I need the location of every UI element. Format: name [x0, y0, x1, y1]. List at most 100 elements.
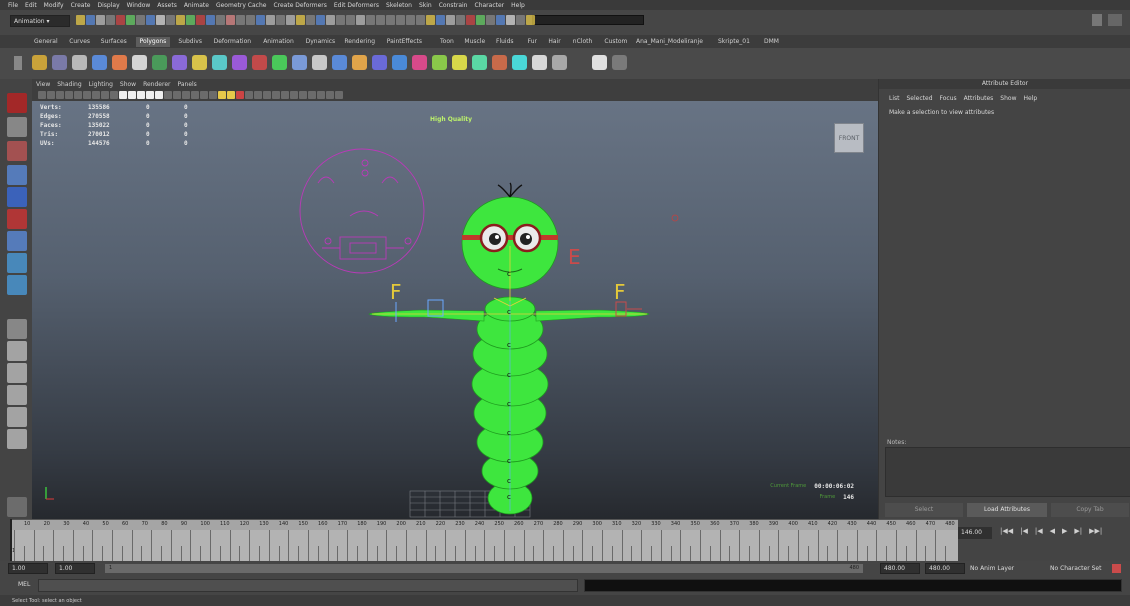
panel-toolbar-icon[interactable] — [317, 91, 325, 99]
panel-toolbar-icon[interactable] — [335, 91, 343, 99]
rotate-tool-icon[interactable] — [7, 187, 27, 207]
shelf-tool-icon[interactable] — [312, 55, 327, 70]
menu-item-file[interactable]: File — [8, 2, 18, 9]
shelf-tool-icon[interactable] — [412, 55, 427, 70]
anim-layer-selector[interactable]: No Anim Layer — [970, 565, 1014, 572]
menu-item-skin[interactable]: Skin — [419, 2, 432, 9]
shelf-tab-skripte-01[interactable]: Skripte_01 — [714, 37, 754, 47]
panel-toolbar-icon[interactable] — [254, 91, 262, 99]
status-line-icon[interactable] — [176, 15, 185, 25]
status-line-icon[interactable] — [346, 15, 355, 25]
ae-menu-list[interactable]: List — [889, 95, 900, 102]
paint-select-icon[interactable] — [7, 141, 27, 161]
panel-toolbar-icon[interactable] — [263, 91, 271, 99]
lasso-tool-icon[interactable] — [7, 117, 27, 137]
shelf-tool-icon[interactable] — [332, 55, 347, 70]
shelf-tool-icon[interactable] — [432, 55, 447, 70]
shelf-tab-dynamics[interactable]: Dynamics — [302, 37, 340, 47]
status-line-icon[interactable] — [426, 15, 435, 25]
status-line-icon[interactable] — [146, 15, 155, 25]
ae-menu-show[interactable]: Show — [1000, 95, 1016, 102]
hypershade-layout-icon[interactable] — [7, 407, 27, 427]
panel-toolbar-icon[interactable] — [200, 91, 208, 99]
panel-toolbar-icon[interactable] — [65, 91, 73, 99]
range-bar[interactable]: 1 480 — [105, 564, 863, 573]
shelf-tab-hair[interactable]: Hair — [544, 37, 564, 47]
single-perspective-icon[interactable] — [7, 319, 27, 339]
copy-tab-button[interactable]: Copy Tab — [1051, 503, 1129, 517]
attribute-editor-toggle-icon[interactable] — [1108, 14, 1122, 26]
character-set-selector[interactable]: No Character Set — [1050, 565, 1101, 572]
menu-item-constrain[interactable]: Constrain — [439, 2, 468, 9]
panel-toolbar-icon[interactable] — [128, 91, 136, 99]
step-forward-icon[interactable]: ▶| — [1074, 527, 1082, 535]
persp-outliner-icon[interactable] — [7, 363, 27, 383]
status-line-icon[interactable] — [226, 15, 235, 25]
shelf-tool-icon[interactable] — [192, 55, 207, 70]
shelf-tool-icon[interactable] — [252, 55, 267, 70]
move-tool-icon[interactable] — [7, 165, 27, 185]
step-back-icon[interactable]: |◀ — [1020, 527, 1028, 535]
channel-box-toggle-icon[interactable] — [1092, 14, 1102, 26]
panel-toolbar-icon[interactable] — [38, 91, 46, 99]
panel-menu-shading[interactable]: Shading — [57, 81, 81, 88]
scale-tool-icon[interactable] — [7, 209, 27, 229]
step-back-key-icon[interactable]: |◀ — [1035, 527, 1043, 535]
command-input[interactable] — [38, 579, 578, 592]
status-line-icon[interactable] — [276, 15, 285, 25]
current-frame-marker[interactable] — [10, 519, 12, 561]
status-line-icon[interactable] — [506, 15, 515, 25]
status-line-icon[interactable] — [236, 15, 245, 25]
shelf-tab-subdivs[interactable]: Subdivs — [174, 37, 206, 47]
panel-toolbar-icon[interactable] — [290, 91, 298, 99]
status-line-icon[interactable] — [96, 15, 105, 25]
menu-item-assets[interactable]: Assets — [157, 2, 177, 9]
status-line-icon[interactable] — [166, 15, 175, 25]
panel-toolbar-icon[interactable] — [245, 91, 253, 99]
shelf-tool-icon[interactable] — [92, 55, 107, 70]
status-line-icon[interactable] — [466, 15, 475, 25]
play-forwards-icon[interactable]: ▶ — [1062, 527, 1067, 535]
menu-item-create[interactable]: Create — [71, 2, 91, 9]
panel-toolbar-icon[interactable] — [155, 91, 163, 99]
shelf-tab-toon[interactable]: Toon — [436, 37, 458, 47]
shelf-tool-icon[interactable] — [472, 55, 487, 70]
status-line-icon[interactable] — [216, 15, 225, 25]
status-line-icon[interactable] — [406, 15, 415, 25]
status-line-icon[interactable] — [156, 15, 165, 25]
status-line-icon[interactable] — [516, 15, 525, 25]
auto-key-icon[interactable] — [1112, 564, 1121, 573]
panel-toolbar-icon[interactable] — [308, 91, 316, 99]
shelf-tool-icon[interactable] — [612, 55, 627, 70]
panel-toolbar-icon[interactable] — [101, 91, 109, 99]
panel-menu-view[interactable]: View — [36, 81, 50, 88]
shelf-tab-curves[interactable]: Curves — [65, 37, 94, 47]
mode-selector[interactable]: Animation ▾ — [10, 15, 70, 27]
shelf-tab-deformation[interactable]: Deformation — [210, 37, 255, 47]
panel-toolbar-icon[interactable] — [92, 91, 100, 99]
panel-toolbar-icon[interactable] — [218, 91, 226, 99]
status-line-icon[interactable] — [296, 15, 305, 25]
status-line-icon[interactable] — [356, 15, 365, 25]
menu-item-modify[interactable]: Modify — [44, 2, 64, 9]
shelf-tool-icon[interactable] — [572, 55, 587, 70]
panel-toolbar-icon[interactable] — [236, 91, 244, 99]
end-time-field[interactable]: 480.00 — [925, 563, 965, 574]
ae-menu-help[interactable]: Help — [1023, 95, 1037, 102]
shelf-tool-icon[interactable] — [112, 55, 127, 70]
status-line-icon[interactable] — [526, 15, 535, 25]
shelf-tab-painteffects[interactable]: PaintEffects — [383, 37, 426, 47]
panel-toolbar-icon[interactable] — [191, 91, 199, 99]
status-line-icon[interactable] — [396, 15, 405, 25]
four-view-icon[interactable] — [7, 341, 27, 361]
shelf-tool-icon[interactable] — [592, 55, 607, 70]
shelf-tab-custom[interactable]: Custom — [600, 37, 631, 47]
notes-field[interactable] — [885, 447, 1130, 497]
start-time-field[interactable]: 1.00 — [8, 563, 48, 574]
load-attributes-button[interactable]: Load Attributes — [967, 503, 1047, 517]
shelf-tool-icon[interactable] — [172, 55, 187, 70]
status-line-icon[interactable] — [436, 15, 445, 25]
universal-manip-icon[interactable] — [7, 231, 27, 251]
shelf-tab-muscle[interactable]: Muscle — [460, 37, 489, 47]
shelf-tool-icon[interactable] — [212, 55, 227, 70]
